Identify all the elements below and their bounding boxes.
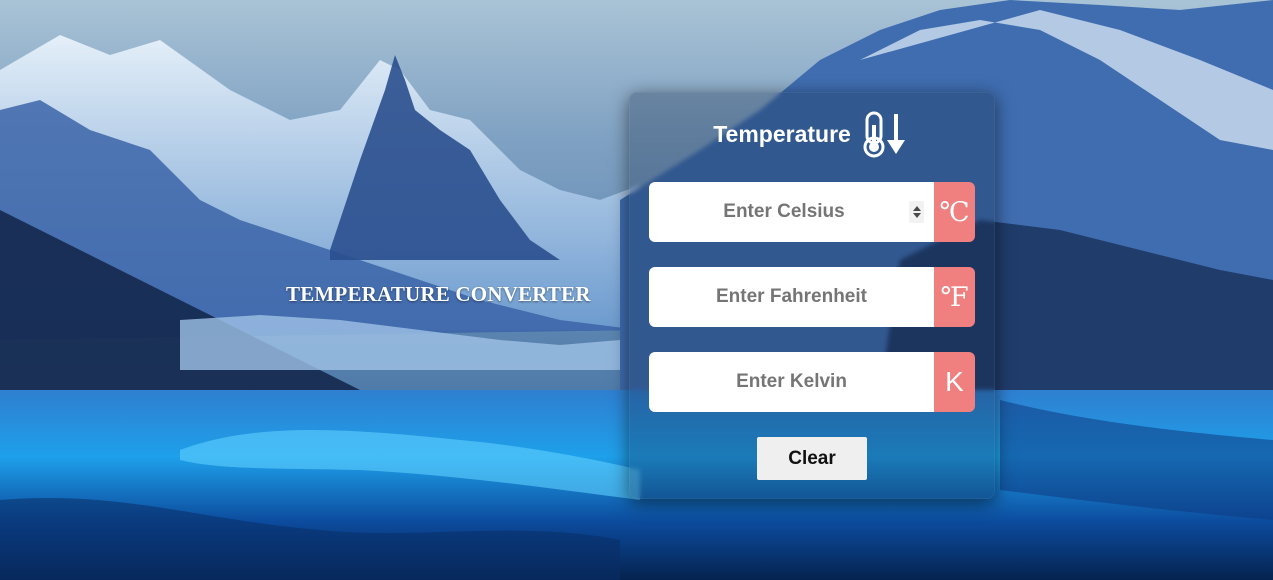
thermometer-arrow-down-icon [863,111,905,158]
page-headline: TEMPERATURE CONVERTER [286,282,591,306]
card-title-text: Temperature [713,120,851,147]
fahrenheit-input[interactable] [649,267,934,327]
kelvin-unit-badge: K [934,352,975,412]
kelvin-input[interactable] [649,352,934,412]
celsius-input[interactable] [649,182,934,242]
celsius-field-wrap [649,182,934,242]
celsius-unit-badge: ℃ [934,182,975,242]
kelvin-field-wrap [649,352,934,412]
celsius-stepper[interactable] [909,201,924,223]
clear-button[interactable]: Clear [757,437,867,480]
kelvin-row: K [649,352,975,412]
fahrenheit-field-wrap [649,267,934,327]
fahrenheit-row: ℉ [649,267,975,327]
fahrenheit-unit-badge: ℉ [934,267,975,327]
converter-card: Temperature ℃ ℉ K Clear [629,92,995,499]
stepper-down-icon[interactable] [912,213,921,218]
card-title: Temperature [629,110,995,158]
stepper-up-icon[interactable] [912,206,921,211]
celsius-row: ℃ [649,182,975,242]
